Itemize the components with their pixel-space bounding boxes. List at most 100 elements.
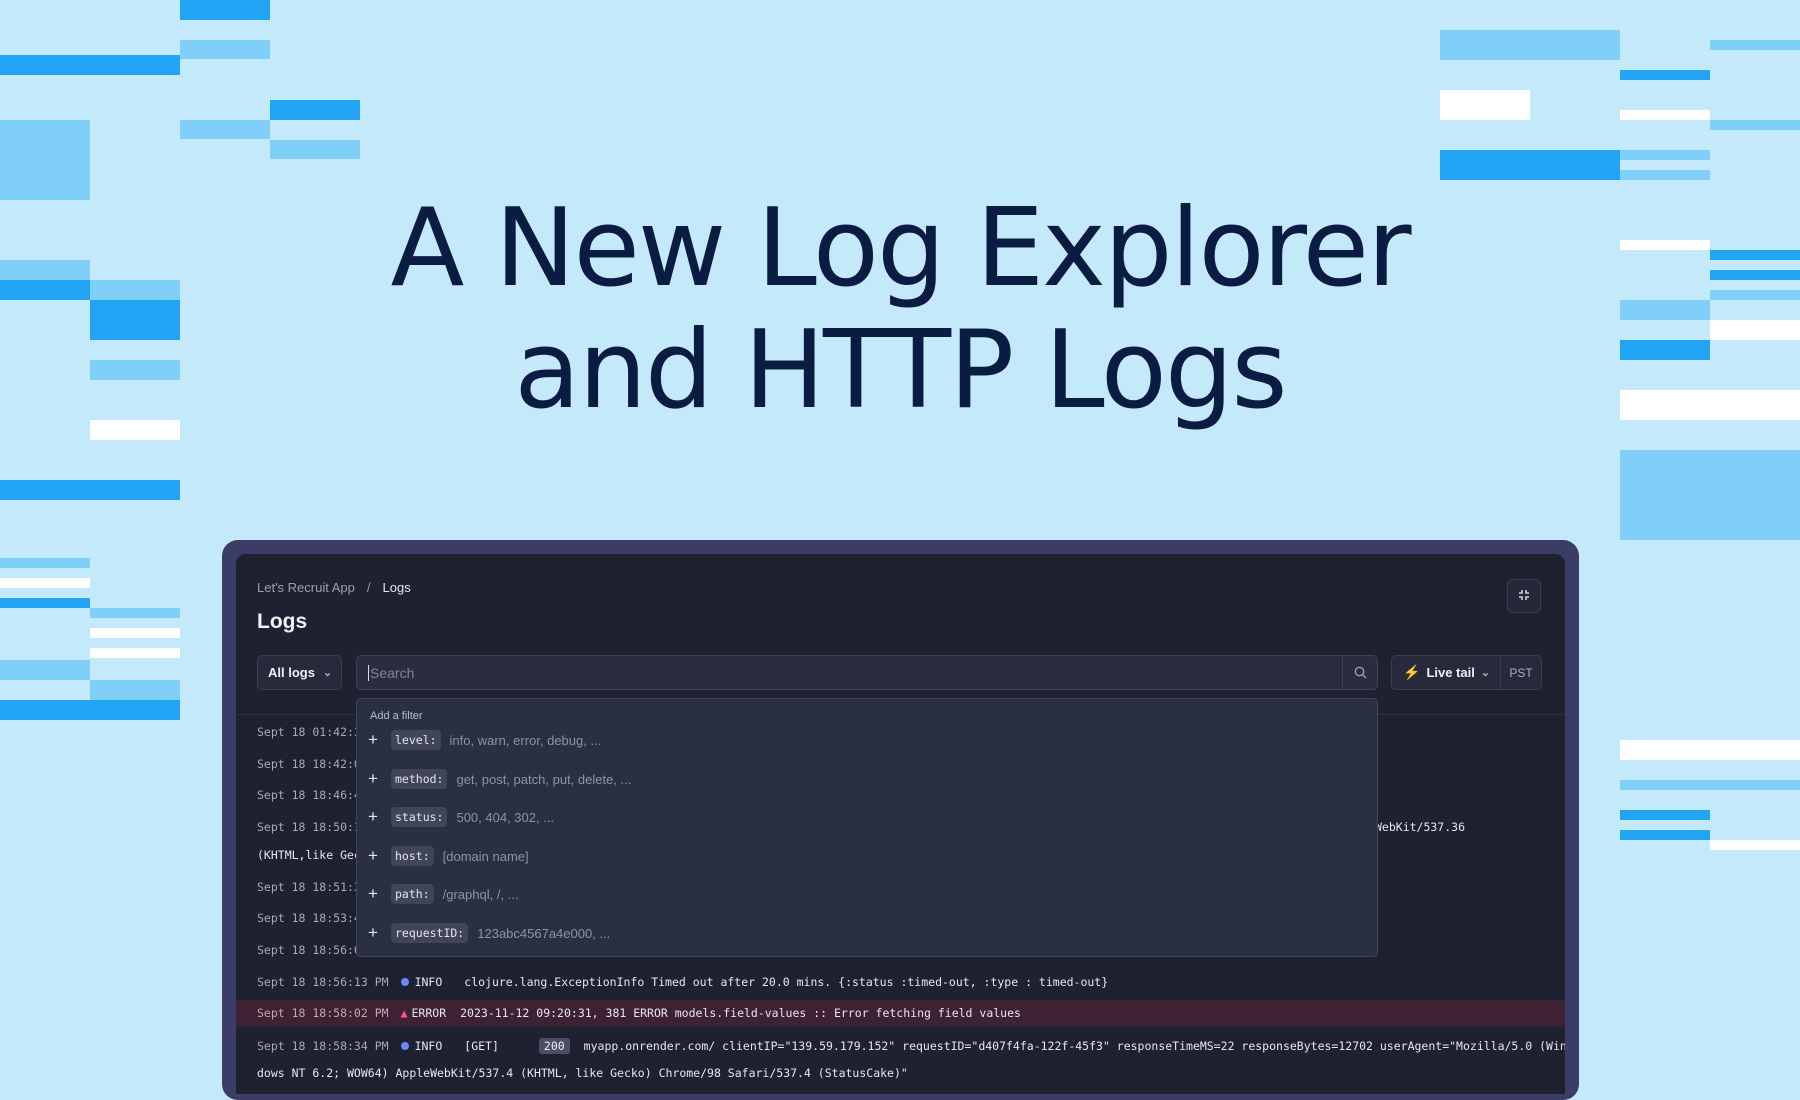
decorative-block xyxy=(1620,830,1710,840)
decorative-block xyxy=(1440,90,1530,120)
search-placeholder: Search xyxy=(370,664,415,681)
log-level-info: INFO xyxy=(401,975,443,989)
search-icon xyxy=(1354,666,1366,679)
decorative-block xyxy=(1710,840,1800,850)
breadcrumb-current: Logs xyxy=(382,580,411,595)
log-timestamp: Sept 18 18:58:02 PM xyxy=(257,1006,389,1020)
filter-option-host[interactable]: + host: [domain name] xyxy=(368,846,529,866)
filter-key: requestID: xyxy=(391,923,469,943)
log-continuation: dows NT 6.2; WOW64) AppleWebKit/537.4 (K… xyxy=(257,1066,908,1080)
log-continuation: (KHTML,like Gec xyxy=(257,848,361,862)
timezone-button[interactable]: PST xyxy=(1501,666,1541,680)
log-source-select[interactable]: All logs ⌄ xyxy=(257,655,342,690)
filter-key: host: xyxy=(391,846,434,866)
filter-dropdown-heading: Add a filter xyxy=(370,710,423,722)
decorative-block xyxy=(90,680,180,700)
decorative-block xyxy=(180,40,270,59)
decorative-block xyxy=(0,660,90,680)
decorative-block xyxy=(90,628,180,638)
log-row-error[interactable]: Sept 18 18:58:02 PM ▲ ERROR 2023-11-12 09:2… xyxy=(236,1000,1565,1027)
breadcrumb-app-link[interactable]: Let's Recruit App xyxy=(257,580,355,595)
decorative-block xyxy=(1620,110,1710,120)
filter-hint: info, warn, error, debug, ... xyxy=(449,732,602,748)
filter-hint: 123abc4567a4e000, ... xyxy=(477,925,611,941)
decorative-block xyxy=(1620,70,1710,80)
plus-icon: + xyxy=(368,730,378,749)
live-tail-label: Live tail xyxy=(1426,665,1475,680)
decorative-block xyxy=(270,140,360,159)
log-timestamp: Sept 18 18:53:4 xyxy=(257,911,361,925)
filter-hint: get, post, patch, put, delete, ... xyxy=(456,771,632,787)
live-tail-button[interactable]: ⚡ Live tail ⌄ xyxy=(1392,656,1502,689)
decorative-block xyxy=(1710,40,1800,50)
filter-hint: 500, 404, 302, ... xyxy=(456,809,555,825)
decorative-block xyxy=(180,120,270,139)
filter-key: status: xyxy=(391,807,448,827)
log-source-label: All logs xyxy=(268,665,315,680)
filter-key: path: xyxy=(391,884,434,904)
log-timestamp: Sept 18 18:56:0 xyxy=(257,943,361,957)
page-title: Logs xyxy=(257,610,308,633)
filter-option-method[interactable]: + method: get, post, patch, put, delete, .… xyxy=(368,769,631,789)
log-explorer-window: Let's Recruit App / Logs Logs All logs ⌄ S… xyxy=(236,554,1565,1094)
log-timestamp: Sept 18 18:51:3 xyxy=(257,880,361,894)
plus-icon: + xyxy=(368,846,378,865)
http-method: [GET] xyxy=(464,1039,499,1053)
log-timestamp: Sept 18 18:50:1 xyxy=(257,820,361,834)
live-tail-control[interactable]: ⚡ Live tail ⌄ PST xyxy=(1391,655,1542,690)
log-level-error: ERROR xyxy=(411,1006,447,1020)
decorative-block xyxy=(1620,150,1710,160)
filter-option-status[interactable]: + status: 500, 404, 302, ... xyxy=(368,807,554,827)
breadcrumb-separator: / xyxy=(366,580,371,595)
plus-icon: + xyxy=(368,769,378,788)
decorative-block xyxy=(1440,150,1620,180)
headline-line-2: and HTTP Logs xyxy=(514,308,1287,433)
filter-key: method: xyxy=(391,769,448,789)
decorative-block xyxy=(1620,740,1800,760)
warning-triangle-icon: ▲ xyxy=(400,1006,408,1020)
log-row-info[interactable]: Sept 18 18:56:13 PM INFO clojure.lang.Exce… xyxy=(236,968,1565,999)
status-badge: 200 xyxy=(538,1038,570,1054)
filter-dropdown: Add a filter + level: info, warn, error, d… xyxy=(356,698,1378,957)
decorative-block xyxy=(0,700,180,720)
decorative-block xyxy=(90,648,180,658)
plus-icon: + xyxy=(368,923,378,942)
log-level-info: INFO xyxy=(401,1039,443,1053)
breadcrumb: Let's Recruit App / Logs xyxy=(257,580,411,595)
plus-icon: + xyxy=(368,884,378,903)
search-button[interactable] xyxy=(1342,656,1377,689)
decorative-block xyxy=(0,598,90,608)
collapse-icon xyxy=(1517,588,1531,605)
search-input[interactable]: Search xyxy=(356,655,1378,690)
decorative-block xyxy=(1710,120,1800,130)
log-message: clojure.lang.ExceptionInfo Timed out aft… xyxy=(464,975,1109,989)
filter-key: level: xyxy=(391,730,441,750)
decorative-block xyxy=(0,558,90,568)
collapse-button[interactable] xyxy=(1507,579,1541,613)
decorative-block xyxy=(1440,30,1620,60)
log-message: myapp.onrender.com/ clientIP="139.59.179… xyxy=(583,1039,1565,1053)
log-timestamp: Sept 18 18:58:34 PM xyxy=(257,1039,389,1053)
decorative-block xyxy=(0,55,180,75)
log-timestamp: Sept 18 18:56:13 PM xyxy=(257,975,389,989)
log-timestamp: Sept 18 18:42:0 xyxy=(257,757,361,771)
chevron-down-icon: ⌄ xyxy=(1480,667,1491,679)
chevron-down-icon: ⌄ xyxy=(322,667,333,679)
filter-option-path[interactable]: + path: /graphql, /, ... xyxy=(368,884,519,904)
bolt-icon: ⚡ xyxy=(1403,664,1421,680)
plus-icon: + xyxy=(368,807,378,826)
decorative-block xyxy=(270,100,360,120)
log-row-http[interactable]: Sept 18 18:58:34 PM INFO [GET] 200 myapp.onr… xyxy=(236,1028,1565,1088)
decorative-block xyxy=(0,578,90,588)
decorative-block xyxy=(180,0,270,20)
decorative-block xyxy=(1620,810,1710,820)
log-message-fragment: WebKit/537.36 xyxy=(1375,820,1466,834)
text-cursor xyxy=(368,664,369,681)
filter-hint: [domain name] xyxy=(442,848,529,864)
filter-option-requestid[interactable]: + requestID: 123abc4567a4e000, ... xyxy=(368,923,610,943)
decorative-block xyxy=(1620,780,1800,790)
decorative-block xyxy=(90,608,180,618)
filter-option-level[interactable]: + level: info, warn, error, debug, ... xyxy=(368,730,601,750)
log-timestamp: Sept 18 01:42:3 xyxy=(257,725,361,739)
log-message: 2023-11-12 09:20:31, 381 ERROR models.fi… xyxy=(460,1006,1021,1020)
